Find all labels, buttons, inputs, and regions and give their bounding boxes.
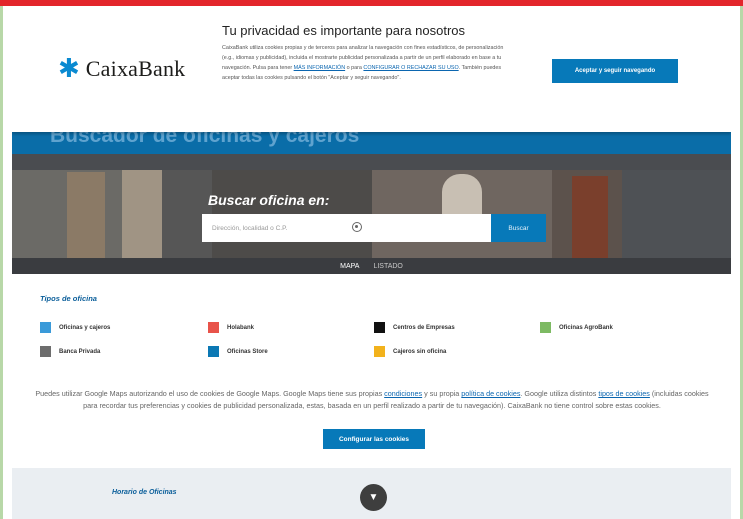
- left-frame: [0, 6, 3, 519]
- view-tabs: MAPA LISTADO: [12, 258, 731, 274]
- type-label: Centros de Empresas: [393, 324, 455, 331]
- maps-notice-text: Puedes utilizar Google Maps autorizando …: [32, 388, 712, 412]
- type-label: Banca Privada: [59, 348, 101, 355]
- configure-reject-link[interactable]: CONFIGURAR O RECHAZAR SU USO: [363, 65, 458, 71]
- cookie-types-link[interactable]: tipos de cookies: [598, 389, 650, 398]
- type-label: Oficinas Store: [227, 348, 268, 355]
- hero-band: [12, 154, 731, 170]
- type-item-holabank: Holabank: [208, 322, 254, 333]
- type-label: Oficinas y cajeros: [59, 324, 111, 331]
- page: Buscador de oficinas y cajeros Buscar of…: [12, 6, 731, 519]
- search-box: [202, 214, 491, 242]
- maps-text-b: y su propia: [422, 389, 462, 398]
- more-info-link[interactable]: MÁS INFORMACIÓN: [294, 65, 346, 71]
- type-label: Oficinas AgroBank: [559, 324, 613, 331]
- tab-listado[interactable]: LISTADO: [373, 263, 402, 270]
- swatch-cajeros-sin-oficina: [374, 346, 385, 357]
- accept-cookies-button[interactable]: Aceptar y seguir navegando: [552, 59, 678, 83]
- type-item-cajeros-sin-oficina: Cajeros sin oficina: [374, 346, 446, 357]
- conditions-link[interactable]: condiciones: [384, 389, 422, 398]
- configure-cookies-button[interactable]: Configurar las cookies: [323, 429, 425, 449]
- type-item-oficinas-cajeros: Oficinas y cajeros: [40, 322, 110, 333]
- hours-section: Horario de Oficinas ▼: [12, 468, 731, 519]
- search-button[interactable]: Buscar: [491, 214, 546, 242]
- hours-title: Horario de Oficinas: [112, 489, 177, 496]
- cookie-title: Tu privacidad es importante para nosotro…: [222, 23, 466, 38]
- type-item-centros-empresas: Centros de Empresas: [374, 322, 455, 333]
- maps-cookie-notice: Puedes utilizar Google Maps autorizando …: [12, 378, 731, 468]
- swatch-oficinas-store: [208, 346, 219, 357]
- search-input[interactable]: [212, 224, 442, 232]
- maps-text-c: . Google utiliza distintos: [520, 389, 599, 398]
- cookie-text-part: o para: [345, 65, 364, 71]
- office-types-title: Tipos de oficina: [40, 294, 97, 303]
- cookie-banner: ✱ CaixaBank Tu privacidad es importante …: [12, 6, 731, 132]
- location-target-icon[interactable]: [352, 222, 362, 232]
- chevron-down-icon[interactable]: ▼: [360, 484, 387, 511]
- maps-text-a: Puedes utilizar Google Maps autorizando …: [35, 389, 385, 398]
- cookie-policy-link[interactable]: política de cookies: [461, 389, 520, 398]
- type-item-banca-privada: Banca Privada: [40, 346, 100, 357]
- cookie-text: CaixaBank utiliza cookies propias y de t…: [222, 43, 512, 83]
- tab-mapa[interactable]: MAPA: [340, 263, 359, 270]
- type-label: Holabank: [227, 324, 255, 331]
- swatch-banca-privada: [40, 346, 51, 357]
- hero-search-area: Buscar oficina en: Buscar: [12, 154, 731, 274]
- swatch-centros-empresas: [374, 322, 385, 333]
- swatch-holabank: [208, 322, 219, 333]
- office-types: Tipos de oficina Oficinas y cajeros Hola…: [12, 274, 731, 378]
- swatch-oficinas-cajeros: [40, 322, 51, 333]
- search-label: Buscar oficina en:: [208, 192, 330, 208]
- type-label: Cajeros sin oficina: [393, 348, 447, 355]
- logo-text: CaixaBank: [85, 56, 186, 81]
- type-item-agrobank: Oficinas AgroBank: [540, 322, 613, 333]
- swatch-agrobank: [540, 322, 551, 333]
- type-item-oficinas-store: Oficinas Store: [208, 346, 268, 357]
- caixabank-star-icon: ✱: [58, 54, 80, 84]
- caixabank-logo[interactable]: ✱ CaixaBank: [58, 56, 185, 82]
